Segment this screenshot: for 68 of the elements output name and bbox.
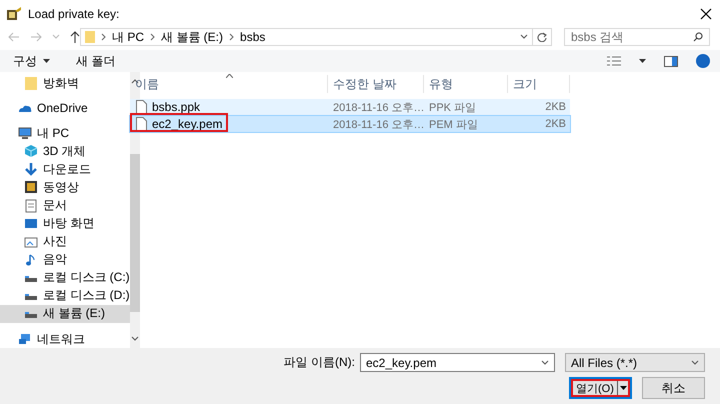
search-icon	[693, 32, 703, 42]
column-header[interactable]: 수정한 날짜	[328, 75, 424, 93]
monitor-icon	[24, 216, 38, 231]
caret-icon	[620, 386, 627, 390]
document-icon	[24, 198, 38, 212]
chevron-down-icon	[541, 360, 549, 365]
preview-pane-icon[interactable]	[664, 56, 678, 66]
folder-icon	[24, 76, 38, 90]
file-type-dropdown[interactable]: All Files (*.*)	[565, 353, 705, 372]
nav-item[interactable]: 바탕 화면	[0, 214, 130, 233]
up-arrow-icon[interactable]	[70, 31, 80, 43]
computer-icon	[18, 126, 32, 140]
chevron-down-icon	[691, 360, 699, 365]
nav-item[interactable]: 네트워크	[0, 330, 130, 348]
file-icon	[136, 100, 147, 114]
column-header[interactable]: 이름	[130, 75, 328, 93]
file-name: bsbs.ppk	[152, 100, 200, 114]
view-list-icon[interactable]	[607, 56, 621, 66]
file-name: ec2_key.pem	[152, 117, 222, 131]
nav-item[interactable]: 음악	[0, 250, 130, 269]
chevron-down-icon	[520, 34, 528, 40]
chevron-right-icon	[229, 33, 234, 41]
column-header[interactable]: 크기	[508, 75, 570, 93]
film-icon	[24, 180, 38, 194]
refresh-icon	[537, 32, 547, 42]
chevron-right-icon	[150, 33, 156, 41]
nav-item[interactable]: 3D 개체	[0, 142, 130, 160]
nav-item[interactable]: 다운로드	[0, 160, 130, 178]
size-cell-text: 2KB	[544, 101, 567, 113]
type-cell-text: PPK 파일	[428, 100, 478, 114]
nav-item[interactable]: 로컬 디스크 (C:)	[0, 268, 130, 287]
size-cell-text: 2KB	[544, 118, 567, 130]
close-icon[interactable]	[700, 8, 712, 20]
sort-up-icon	[226, 74, 233, 78]
nav-item[interactable]: 로컬 디스크 (D:)	[0, 286, 130, 305]
network-icon	[18, 332, 32, 346]
type-cell-text: PEM 파일	[428, 118, 479, 132]
nav-item[interactable]: 방화벽	[0, 74, 130, 92]
cancel-button[interactable]: 취소	[642, 377, 705, 399]
chevron-right-icon	[101, 33, 106, 41]
filename-label: 파일 이름(N):	[284, 354, 355, 371]
cube-icon	[24, 144, 38, 158]
column-header[interactable]: 유형	[424, 75, 508, 93]
file-row[interactable]: ec2_key.pem 2018-11-16 오후… PEM 파일 2KB	[130, 116, 570, 132]
refresh-button[interactable]	[533, 28, 552, 46]
image-icon	[24, 234, 38, 249]
search-field[interactable]: bsbs 검색	[564, 28, 710, 46]
chevron-down-icon	[130, 336, 139, 342]
open-button[interactable]: 열기(O)	[569, 377, 632, 399]
caret-icon	[43, 59, 50, 63]
new-folder-button[interactable]: 새 폴더	[76, 52, 116, 70]
caret-icon[interactable]	[639, 59, 646, 63]
nav-item[interactable]: 동영상	[0, 178, 130, 196]
nav-item[interactable]: 새 볼륨 (E:)	[0, 304, 130, 324]
nav-item[interactable]: 사진	[0, 232, 130, 251]
nav-item[interactable]: 문서	[0, 196, 130, 215]
address-bar[interactable]: 내 PC 새 볼륨 (E:) bsbs	[80, 28, 533, 46]
organize-button[interactable]: 구성	[13, 52, 50, 70]
window-title: Load private key:	[28, 7, 120, 21]
file-icon	[136, 117, 147, 131]
nav-item[interactable]: OneDrive	[0, 99, 130, 118]
down-arrow-icon	[24, 162, 38, 176]
folder-icon	[85, 30, 95, 44]
file-row[interactable]: bsbs.ppk 2018-11-16 오후… PPK 파일 2KB	[130, 99, 570, 115]
filename-field[interactable]: ec2_key.pem	[360, 353, 555, 372]
date-cell-text: 2018-11-16 오후…	[332, 100, 424, 114]
nav-item[interactable]: 내 PC	[0, 124, 130, 142]
date-cell-text: 2018-11-16 오후…	[332, 118, 424, 132]
